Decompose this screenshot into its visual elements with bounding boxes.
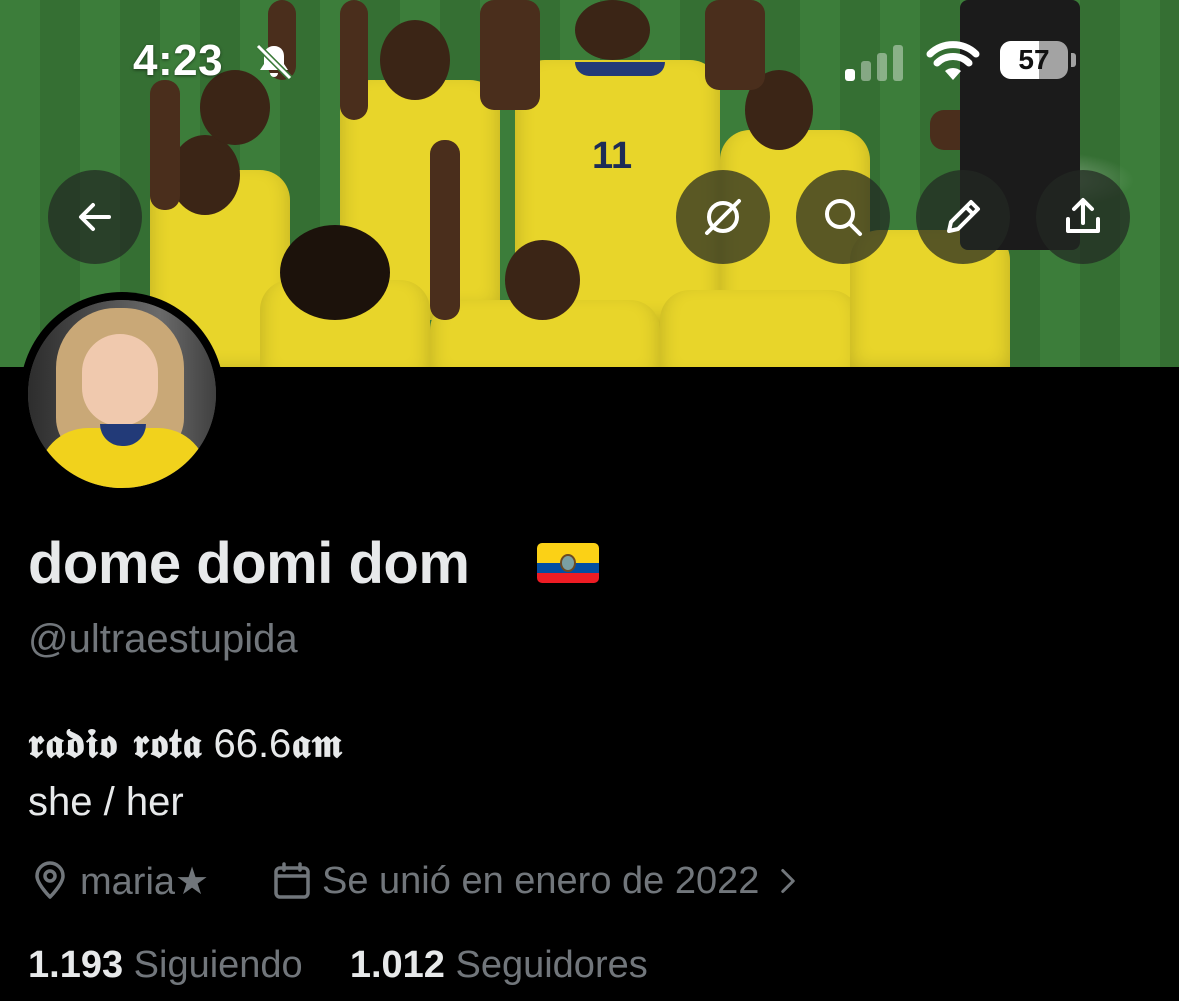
bell-slash-icon — [252, 40, 296, 84]
edit-button[interactable] — [916, 170, 1010, 264]
followers-link[interactable]: 1.012 Seguidores — [350, 944, 648, 986]
bio-am-text: 𝖆𝖒 — [291, 720, 344, 767]
battery-level: 57 — [1018, 44, 1050, 75]
avatar-image — [28, 300, 216, 488]
followers-label: Seguidores — [455, 944, 648, 986]
grok-icon — [705, 199, 741, 235]
avatar[interactable] — [20, 292, 224, 496]
avatar-face — [82, 334, 158, 426]
share-button[interactable] — [1036, 170, 1130, 264]
profile-name: dome domi dom — [28, 531, 470, 596]
profile-handle: @ultraestupida — [28, 617, 298, 661]
wifi-icon — [926, 40, 980, 82]
grok-button[interactable] — [676, 170, 770, 264]
banner-arm — [705, 0, 765, 90]
arrow-left-icon — [79, 203, 111, 231]
pencil-icon — [947, 200, 980, 233]
banner-arm — [340, 0, 368, 120]
following-link[interactable]: 1.193 Siguiendo — [28, 944, 303, 986]
banner-jersey-number: 11 — [592, 135, 633, 177]
battery-nub — [1071, 53, 1076, 67]
banner-head — [170, 135, 240, 215]
location-item: maria★ — [30, 858, 209, 904]
cellular-signal-icon — [845, 45, 905, 81]
search-icon — [825, 199, 862, 236]
joined-item[interactable]: Se unió en enero de 2022 — [272, 858, 813, 904]
banner-head — [575, 0, 650, 60]
banner-collar — [575, 62, 665, 76]
status-time: 4:23 — [133, 36, 224, 85]
bio-frequency: 66.6 — [213, 722, 292, 766]
banner-arm — [430, 140, 460, 320]
chevron-right-icon — [781, 869, 796, 893]
back-button[interactable] — [48, 170, 142, 264]
following-label: Siguiendo — [133, 944, 303, 986]
battery-indicator: 57 — [1000, 41, 1068, 79]
following-count: 1.193 — [28, 944, 124, 986]
joined-text: Se unió en enero de 2022 — [322, 859, 760, 902]
banner-arm — [480, 0, 540, 110]
bio-gothic-text: 𝖗𝖆𝖉𝖎𝖔 𝖗𝖔𝖙𝖆 — [28, 720, 203, 767]
location-pin-icon — [35, 861, 65, 899]
banner-arm — [150, 80, 180, 210]
location-text: maria★ — [80, 860, 210, 903]
banner-head — [380, 20, 450, 100]
follow-counts: 1.193 Siguiendo 1.012 Seguidores — [28, 944, 648, 987]
banner-head — [505, 240, 580, 320]
banner-head — [280, 225, 390, 320]
banner-player — [660, 290, 860, 367]
search-button[interactable] — [796, 170, 890, 264]
bio-line-1: 𝖗𝖆𝖉𝖎𝖔 𝖗𝖔𝖙𝖆 66.6𝖆𝖒 — [28, 720, 344, 767]
followers-count: 1.012 — [349, 944, 445, 986]
bio-line-2: she / her — [28, 780, 184, 824]
calendar-icon — [274, 862, 310, 899]
ecuador-flag-icon — [537, 543, 599, 583]
share-icon — [1066, 198, 1100, 233]
